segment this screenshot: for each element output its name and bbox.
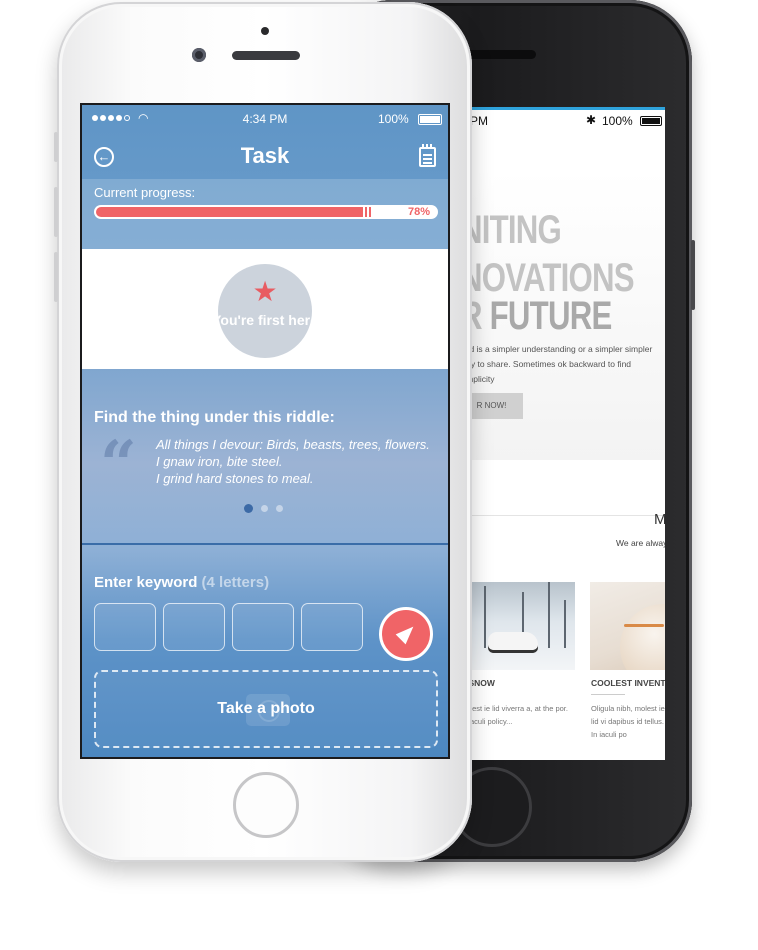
earpiece-speaker bbox=[232, 51, 300, 60]
power-button bbox=[691, 240, 695, 310]
letter-box-4[interactable] bbox=[301, 603, 363, 651]
letter-box-1[interactable] bbox=[94, 603, 156, 651]
progress-bar: 78% bbox=[94, 205, 438, 219]
pager-dot-2[interactable] bbox=[261, 505, 268, 512]
take-photo-label: Take a photo bbox=[217, 700, 315, 717]
star-icon: ★ bbox=[252, 276, 278, 307]
hero-line-3: R FUTURE bbox=[460, 294, 613, 338]
riddle-text: All things I devour: Birds, beasts, tree… bbox=[156, 436, 430, 487]
card-title-2[interactable]: COOLEST INVENT bbox=[591, 678, 665, 688]
notepad-icon[interactable] bbox=[419, 144, 436, 167]
battery-icon bbox=[418, 114, 442, 125]
achievement-badge: ★ You're first here bbox=[218, 264, 312, 358]
letter-box-3[interactable] bbox=[232, 603, 294, 651]
card-text-2: Oligula nibh, molest ie lid vi dapibus i… bbox=[591, 704, 665, 739]
keyword-input bbox=[94, 603, 363, 651]
hero-section: NITING NOVATIONS R FUTURE end is a simpl… bbox=[460, 170, 665, 460]
keyword-label: Enter keyword (4 letters) bbox=[94, 574, 269, 591]
nav-bar: ← Task bbox=[82, 135, 448, 179]
section-subtext: We are alway bbox=[616, 538, 665, 548]
card-text-1: molest ie lid viverra a, at the por. In … bbox=[460, 704, 568, 726]
section-heading: M bbox=[654, 511, 665, 528]
hero-line-3-bold: FUTURE bbox=[489, 294, 613, 338]
battery-icon bbox=[640, 116, 662, 126]
badge-text: You're first here bbox=[218, 312, 312, 328]
riddle-line: I grind hard stones to meal. bbox=[156, 471, 314, 486]
mute-switch bbox=[54, 132, 58, 162]
riddle-line: All things I devour: Birds, beasts, tree… bbox=[156, 437, 430, 452]
progress-section: Current progress: 78% bbox=[82, 179, 448, 249]
progress-label: Current progress: bbox=[94, 185, 196, 200]
riddle-heading: Find the thing under this riddle: bbox=[94, 409, 335, 426]
quote-icon: “ bbox=[100, 427, 137, 502]
progress-fill bbox=[96, 207, 372, 217]
task-screen: ◠ 4:34 PM 100% ← Task Current progress: … bbox=[80, 103, 450, 759]
hero-paragraph: end is a simpler understanding or a simp… bbox=[460, 344, 653, 384]
page-title: Task bbox=[240, 143, 290, 168]
volume-down-button bbox=[54, 252, 58, 302]
submit-keyword-button[interactable] bbox=[379, 607, 433, 661]
contact-lens-image bbox=[620, 604, 665, 670]
pager-dot-1[interactable] bbox=[244, 504, 253, 513]
battery-percent: 100% bbox=[602, 114, 633, 128]
section-divider bbox=[460, 515, 665, 516]
status-bar: 1 PM ✱ 100% bbox=[460, 110, 665, 132]
keyword-label-text: Enter keyword bbox=[94, 574, 198, 591]
hero-line-2: NOVATIONS bbox=[460, 256, 635, 300]
proximity-sensor bbox=[261, 27, 269, 35]
battery-percent: 100% bbox=[378, 112, 409, 126]
achievement-panel: ★ You're first here bbox=[82, 249, 448, 369]
take-photo-button[interactable]: Take a photo bbox=[94, 670, 438, 748]
volume-up-button bbox=[54, 187, 58, 237]
keyword-hint: (4 letters) bbox=[201, 574, 270, 591]
send-arrow-icon bbox=[395, 621, 419, 645]
bluetooth-icon: ✱ bbox=[586, 113, 597, 127]
home-button[interactable] bbox=[233, 772, 299, 838]
section-divider bbox=[82, 543, 448, 545]
back-phone-screen: 1 PM ✱ 100% NITING NOVATIONS R FUTURE en… bbox=[460, 107, 665, 760]
status-bar: ◠ 4:34 PM 100% bbox=[82, 105, 448, 133]
hero-line-1: NITING bbox=[460, 208, 562, 252]
front-camera bbox=[192, 48, 206, 62]
snow-card-image[interactable] bbox=[460, 582, 575, 670]
pager-dot-3[interactable] bbox=[276, 505, 283, 512]
snowmobile-image bbox=[488, 632, 538, 650]
card-title-underline bbox=[591, 694, 625, 695]
invention-card-image[interactable] bbox=[590, 582, 665, 670]
progress-percent: 78% bbox=[407, 206, 430, 218]
riddle-line: I gnaw iron, bite steel. bbox=[156, 454, 283, 469]
riddle-pager bbox=[244, 504, 283, 513]
letter-box-2[interactable] bbox=[163, 603, 225, 651]
